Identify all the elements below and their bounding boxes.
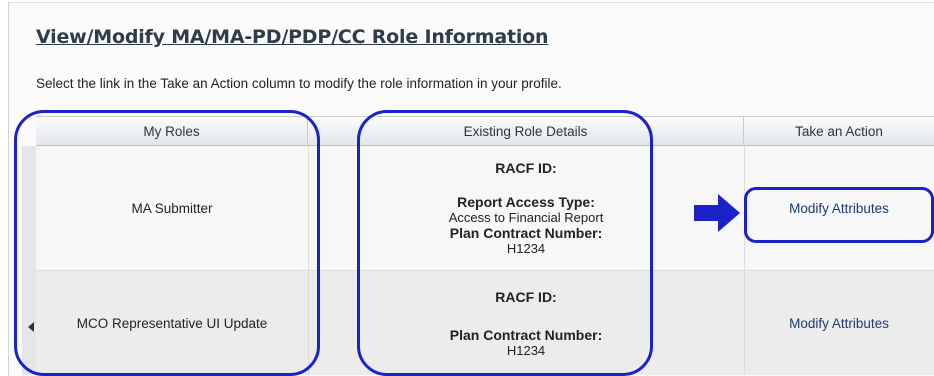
page-instructions: Select the link in the Take an Action co… <box>36 76 562 91</box>
collapse-arrow-icon[interactable] <box>28 322 34 332</box>
plan-contract-number-value: H1234 <box>506 241 546 256</box>
racf-id-label: RACF ID: <box>495 160 557 176</box>
report-access-type-value: Access to Financial Report <box>448 210 604 225</box>
action-cell: Modify Attributes <box>744 271 934 375</box>
page-title: View/Modify MA/MA-PD/PDP/CC Role Informa… <box>36 26 549 48</box>
plan-contract-number-label: Plan Contract Number: <box>449 326 603 343</box>
right-arrow-icon <box>694 194 740 232</box>
role-name: MA Submitter <box>131 200 213 216</box>
header-existing-role-details: Existing Role Details <box>308 117 744 146</box>
report-access-type-label: Report Access Type: <box>457 194 595 210</box>
roles-table: My Roles Existing Role Details Take an A… <box>36 116 934 376</box>
racf-id-label: RACF ID: <box>495 288 557 305</box>
plan-contract-number-label: Plan Contract Number: <box>449 225 603 241</box>
role-cell: MCO Representative UI Update <box>36 271 309 375</box>
action-cell: Modify Attributes <box>744 146 934 270</box>
header-take-an-action: Take an Action <box>744 117 934 146</box>
table-row: MCO Representative UI Update RACF ID: Pl… <box>36 271 934 375</box>
modify-attributes-link[interactable]: Modify Attributes <box>789 316 889 331</box>
role-details-cell: RACF ID: Plan Contract Number: H1234 <box>308 271 745 375</box>
header-my-roles: My Roles <box>36 117 308 146</box>
table-row: MA Submitter RACF ID: Report Access Type… <box>36 146 934 271</box>
role-name: MCO Representative UI Update <box>76 315 268 331</box>
role-cell: MA Submitter <box>36 146 309 270</box>
role-details-cell: RACF ID: Report Access Type: Access to F… <box>308 146 745 270</box>
modify-attributes-link[interactable]: Modify Attributes <box>789 201 889 216</box>
plan-contract-number-value: H1234 <box>506 342 546 358</box>
side-collapse-strip[interactable] <box>22 146 36 375</box>
